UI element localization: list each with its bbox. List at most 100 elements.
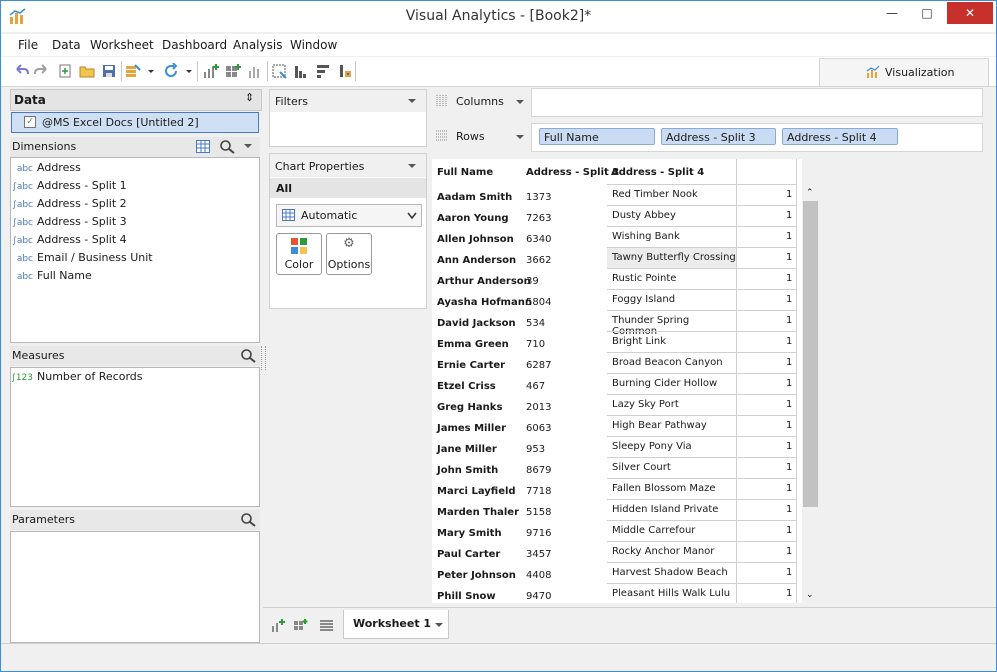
columns-shelf-dropzone[interactable]	[531, 88, 983, 117]
table-row-split3: 6287	[526, 360, 552, 371]
dimension-item-address-split-2[interactable]: ∫abc Address - Split 2	[11, 197, 127, 210]
filters-card[interactable]: Filters	[269, 89, 427, 147]
row-divider	[607, 205, 797, 206]
chevron-down-icon[interactable]	[185, 63, 193, 79]
table-row-name: Allen Johnson	[437, 234, 514, 245]
table-row-split3: 9470	[526, 591, 552, 602]
chevron-down-icon[interactable]	[243, 141, 253, 151]
data-source-icon[interactable]	[125, 63, 141, 79]
header-address-split-4[interactable]: Address - Split 4	[611, 167, 704, 178]
dimensions-title: Dimensions	[12, 140, 77, 153]
table-row-name: Peter Johnson	[437, 570, 516, 581]
datasource-item[interactable]: ✓ @MS Excel Docs [Untitled 2]	[11, 112, 259, 133]
table-row-split3: 7718	[526, 486, 552, 497]
dimension-item-address-split-4[interactable]: ∫abc Address - Split 4	[11, 233, 127, 246]
measure-item-number-of-records[interactable]: ∫123 Number of Records	[11, 370, 142, 383]
measures-title: Measures	[12, 349, 65, 362]
chevron-down-icon[interactable]	[515, 132, 525, 142]
clear-sheet-icon[interactable]	[271, 63, 287, 79]
row-divider	[607, 478, 797, 479]
all-marks-tab[interactable]: All	[270, 178, 426, 198]
table-row-name: Jane Miller	[437, 444, 497, 455]
rows-pill-full-name[interactable]: Full Name	[539, 128, 655, 145]
scroll-down-icon[interactable]: ⌄	[806, 590, 814, 600]
menu-dashboard[interactable]: Dashboard	[162, 38, 227, 52]
new-dashboard-icon[interactable]	[293, 618, 308, 633]
row-divider	[607, 583, 797, 584]
table-row-split4: Dusty Abbey	[612, 210, 676, 221]
dimension-label: Email / Business Unit	[37, 251, 153, 264]
panel-splitter-handle[interactable]	[261, 346, 266, 370]
chevron-down-icon[interactable]	[515, 97, 525, 107]
chevron-down-icon[interactable]	[407, 96, 417, 106]
toolbar-separator	[267, 61, 268, 81]
search-icon[interactable]	[219, 139, 235, 154]
mark-type-select[interactable]: Automatic	[276, 204, 422, 227]
save-icon[interactable]	[101, 63, 117, 79]
scroll-up-icon[interactable]: ⌃	[806, 188, 814, 198]
refresh-icon[interactable]	[163, 63, 179, 79]
scrollbar-thumb[interactable]	[803, 201, 818, 507]
sort-descending-icon[interactable]	[315, 63, 331, 79]
chart-bars-icon[interactable]	[247, 63, 263, 79]
menu-analysis[interactable]: Analysis	[233, 38, 282, 52]
sheet-tab-worksheet-1[interactable]: Worksheet 1	[343, 610, 449, 639]
chevron-down-icon[interactable]	[407, 161, 417, 171]
table-row-name: Ann Anderson	[437, 255, 517, 266]
string-type-icon: abc	[16, 164, 33, 174]
sheet-list-icon[interactable]	[319, 618, 334, 633]
dimension-item-full-name[interactable]: abc Full Name	[11, 269, 92, 282]
search-icon[interactable]	[240, 348, 256, 363]
dimension-item-address-split-1[interactable]: ∫abc Address - Split 1	[11, 179, 127, 192]
string-type-icon: abc	[16, 272, 33, 282]
undo-icon[interactable]	[13, 63, 29, 79]
show-labels-icon[interactable]	[337, 63, 353, 79]
new-icon[interactable]	[57, 63, 73, 79]
calculated-number-icon: ∫123	[11, 373, 33, 383]
rows-pill-address-split-3[interactable]: Address - Split 3	[661, 128, 776, 145]
rows-shelf-header: Rows	[431, 123, 529, 150]
table-row-split4: Broad Beacon Canyon	[612, 357, 723, 368]
minimize-button[interactable]: —	[877, 2, 907, 24]
mark-type-value: Automatic	[301, 209, 358, 222]
chevron-down-icon[interactable]	[434, 620, 444, 630]
table-row-count: 1	[786, 336, 793, 347]
table-row-split3: 9716	[526, 528, 552, 539]
automatic-mark-icon	[282, 209, 295, 221]
maximize-button[interactable]: □	[912, 2, 942, 24]
visualization-icon	[866, 65, 880, 78]
dimension-item-email-business-unit[interactable]: abc Email / Business Unit	[11, 251, 153, 264]
table-row-split4: Red Timber Nook	[612, 189, 698, 200]
dimension-item-address[interactable]: abc Address	[11, 161, 81, 174]
row-divider	[607, 499, 797, 500]
table-row-split4: Silver Court	[612, 462, 671, 473]
visualization-tab[interactable]: Visualization	[819, 58, 989, 86]
menu-file[interactable]: File	[18, 38, 38, 52]
table-row-count: 1	[786, 294, 793, 305]
table-row-count: 1	[786, 231, 793, 242]
chevron-down-icon[interactable]	[147, 63, 155, 79]
table-row-split3: 710	[526, 339, 546, 350]
table-row-split4: Hidden Island Private	[612, 504, 719, 515]
menu-data[interactable]: Data	[52, 38, 81, 52]
row-divider	[607, 352, 797, 353]
search-icon[interactable]	[240, 512, 256, 527]
new-dashboard-icon[interactable]	[225, 63, 241, 79]
header-full-name[interactable]: Full Name	[437, 167, 493, 178]
color-button[interactable]: Color	[276, 233, 322, 275]
dimension-item-address-split-3[interactable]: ∫abc Address - Split 3	[11, 215, 127, 228]
sort-ascending-icon[interactable]	[293, 63, 309, 79]
rows-pill-address-split-4[interactable]: Address - Split 4	[782, 128, 898, 145]
new-worksheet-icon[interactable]	[203, 63, 219, 79]
sort-toggle-icon[interactable]: ⇕	[245, 91, 254, 104]
options-button[interactable]: ⚙ Options	[326, 233, 372, 275]
table-view-icon[interactable]	[196, 140, 210, 153]
new-worksheet-icon[interactable]	[271, 618, 286, 633]
close-button[interactable]: ✕	[947, 2, 993, 24]
sheet-tab-label: Worksheet 1	[353, 617, 432, 630]
menu-window[interactable]: Window	[290, 38, 337, 52]
redo-icon[interactable]	[34, 63, 50, 79]
header-address-split-3[interactable]: Address - Split 3	[526, 167, 619, 178]
open-folder-icon[interactable]	[79, 63, 95, 79]
menu-worksheet[interactable]: Worksheet	[90, 38, 154, 52]
